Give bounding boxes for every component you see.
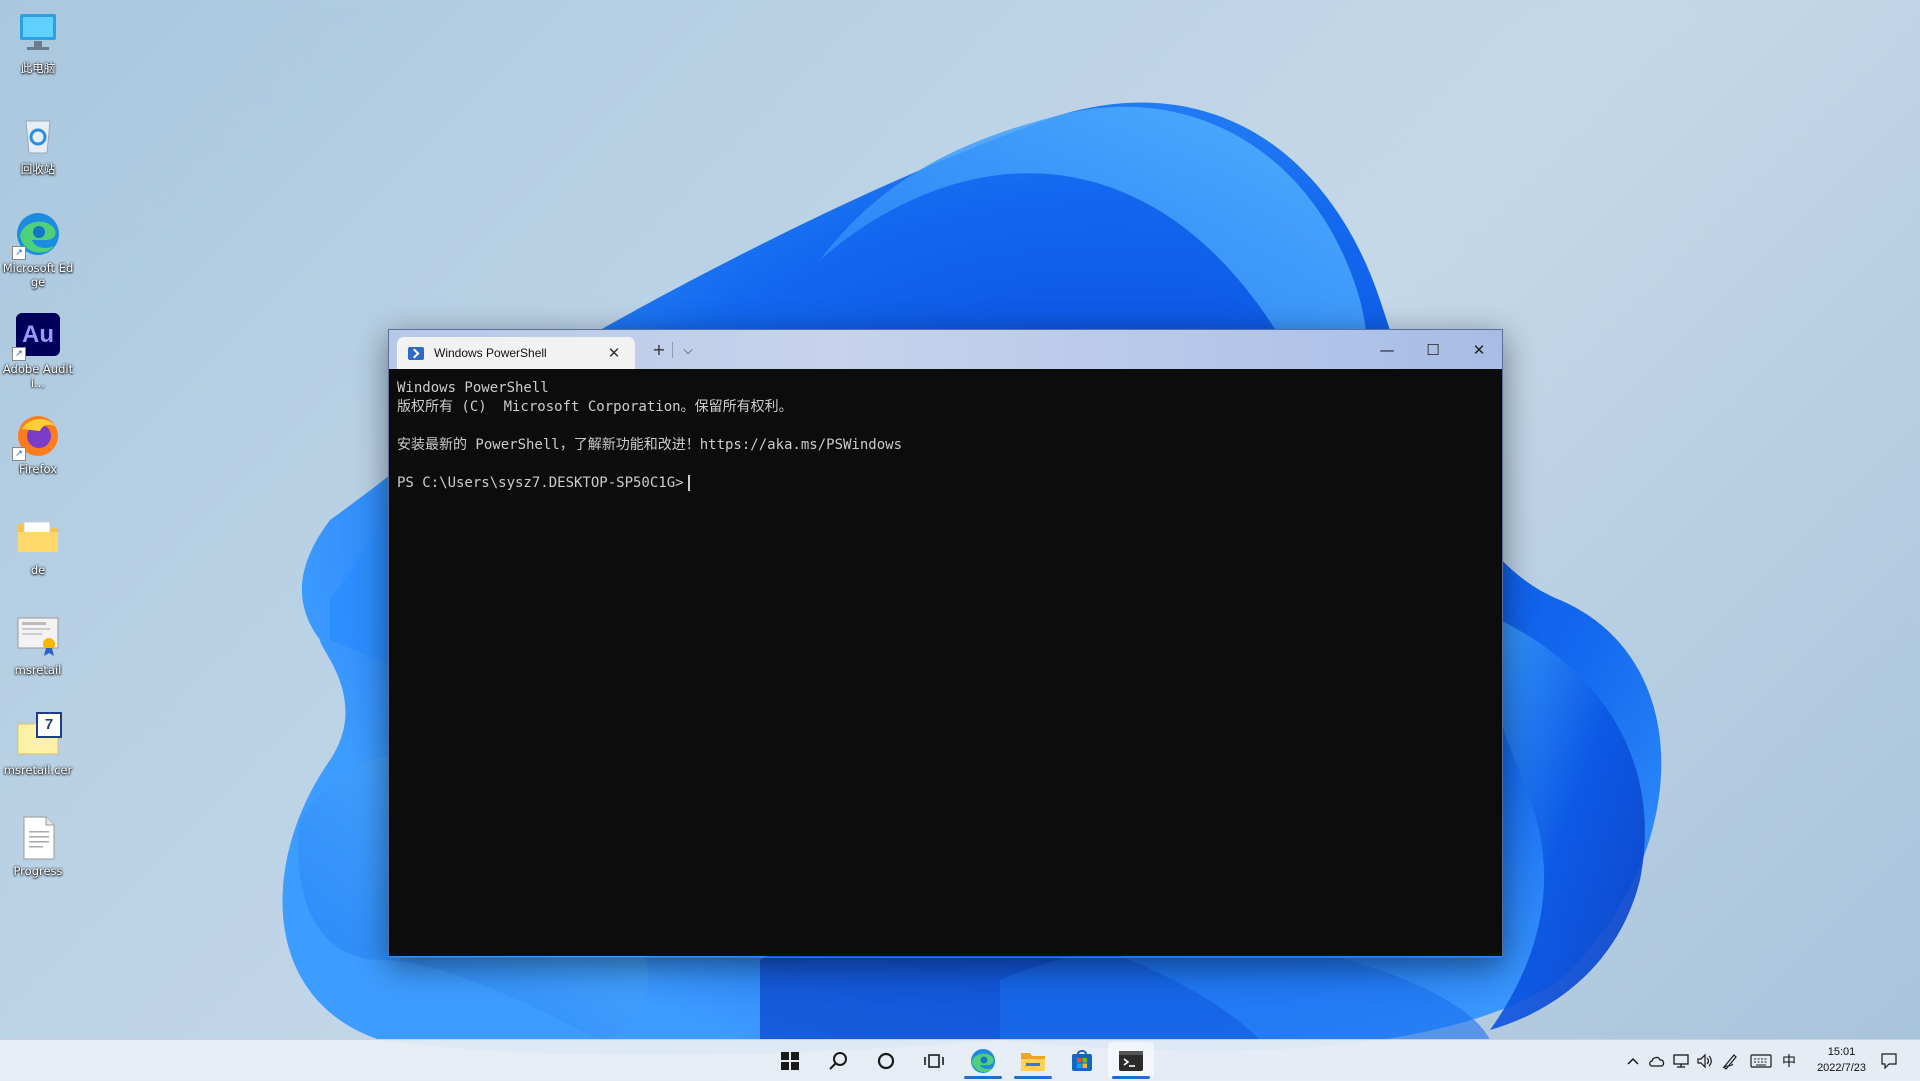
desktop-icon-this-pc[interactable]: 此电脑 [0, 10, 76, 75]
desktop-icon-msretail[interactable]: msretail [0, 612, 76, 677]
clock-date: 2022/7/23 [1817, 1062, 1866, 1074]
task-view-icon [924, 1053, 944, 1068]
console-output[interactable]: Windows PowerShell 版权所有 (C) Microsoft Co… [389, 369, 1502, 956]
touch-keyboard-button[interactable] [1748, 1040, 1774, 1081]
desktop-icon-label: Adobe Auditi... [2, 362, 74, 390]
edge-icon [971, 1048, 995, 1073]
close-tab-button[interactable]: ✕ [601, 344, 627, 362]
taskbar: 中 15:01 2022/7/23 [0, 1039, 1920, 1081]
folder-icon [1021, 1052, 1045, 1071]
onedrive-tray-button[interactable] [1645, 1040, 1669, 1081]
desktop-icon-adobe-audition[interactable]: Au ↗ Adobe Auditi... [0, 311, 76, 390]
clock[interactable]: 15:01 2022/7/23 [1817, 1044, 1866, 1076]
pen-icon [1722, 1053, 1737, 1070]
search-button[interactable] [815, 1042, 861, 1079]
terminal-titlebar[interactable]: Windows PowerShell ✕ + ⌵ — ☐ ✕ [389, 330, 1502, 369]
cer-badge-text: 7 [36, 712, 62, 738]
desktop-icon-label: Microsoft Edge [2, 261, 74, 289]
text-cursor [687, 475, 690, 491]
certificate-icon [14, 612, 62, 660]
show-hidden-icons-button[interactable] [1622, 1040, 1644, 1081]
tab-title: Windows PowerShell [434, 346, 547, 360]
desktop-icon-edge[interactable]: ↗ Microsoft Edge [0, 210, 76, 289]
chevron-up-icon [1627, 1057, 1639, 1065]
notification-icon [1881, 1052, 1897, 1069]
taskbar-app-edge[interactable] [960, 1042, 1006, 1079]
desktop-icon-label: msretail.cer [3, 763, 73, 777]
pen-tray-button[interactable] [1718, 1040, 1742, 1081]
desktop-icon-label: msretail [14, 663, 62, 677]
prompt-text: PS C:\Users\sysz7.DESKTOP-SP50C1G> [397, 475, 684, 491]
tab-windows-powershell[interactable]: Windows PowerShell ✕ [397, 337, 635, 369]
computer-icon [14, 10, 62, 58]
shortcut-arrow-icon: ↗ [12, 347, 26, 361]
ime-indicator[interactable]: 中 [1778, 1040, 1800, 1081]
desktop-icon-label: Firefox [18, 462, 58, 476]
text-file-icon [14, 813, 62, 861]
network-tray-button[interactable] [1669, 1040, 1693, 1081]
notification-center-button[interactable] [1874, 1040, 1904, 1081]
terminal-icon [1119, 1050, 1143, 1071]
cer-file-icon: 7 [14, 712, 62, 760]
desktop-icon-label: 此电脑 [20, 61, 56, 75]
start-button[interactable] [767, 1042, 813, 1079]
folder-icon [14, 512, 62, 560]
recycle-bin-icon [14, 111, 62, 159]
taskbar-app-terminal[interactable] [1108, 1042, 1154, 1079]
tab-dropdown-button[interactable]: ⌵ [676, 341, 700, 359]
desktop-icon-label: de [30, 563, 46, 577]
shortcut-arrow-icon: ↗ [12, 447, 26, 461]
search-icon [829, 1051, 847, 1070]
desktop-icon-folder-de[interactable]: de [0, 512, 76, 577]
close-window-button[interactable]: ✕ [1456, 330, 1502, 369]
edge-icon: ↗ [12, 210, 62, 260]
shortcut-arrow-icon: ↗ [12, 246, 26, 260]
desktop-icon-label: 回收站 [20, 162, 56, 176]
volume-tray-button[interactable] [1693, 1040, 1717, 1081]
onedrive-cloud-icon [1649, 1056, 1665, 1067]
audition-icon: Au ↗ [12, 311, 62, 361]
desktop-icon-progress[interactable]: Progress [0, 813, 76, 878]
desktop-icon-recycle-bin[interactable]: 回收站 [0, 111, 76, 176]
taskbar-app-store[interactable] [1059, 1042, 1105, 1079]
console-line: Windows PowerShell [397, 380, 549, 396]
cortana-circle-icon [877, 1052, 895, 1069]
powershell-icon [408, 346, 424, 360]
firefox-icon: ↗ [12, 411, 62, 461]
console-line: 安装最新的 PowerShell，了解新功能和改进！https://aka.ms… [397, 437, 903, 453]
keyboard-icon [1750, 1053, 1772, 1068]
console-line: 版权所有 (C) Microsoft Corporation。保留所有权利。 [397, 399, 793, 415]
minimize-button[interactable]: — [1364, 330, 1410, 369]
taskbar-app-file-explorer[interactable] [1010, 1042, 1056, 1079]
clock-time: 15:01 [1827, 1046, 1856, 1058]
desktop-icon-msretail-cer[interactable]: 7 msretail.cer [0, 712, 76, 777]
maximize-button[interactable]: ☐ [1410, 330, 1456, 369]
desktop-icon-firefox[interactable]: ↗ Firefox [0, 411, 76, 476]
network-icon [1673, 1053, 1689, 1068]
terminal-window[interactable]: Windows PowerShell ✕ + ⌵ — ☐ ✕ Windows P… [388, 329, 1503, 958]
store-icon [1072, 1049, 1092, 1071]
task-view-button[interactable] [911, 1042, 957, 1079]
volume-icon [1697, 1053, 1712, 1068]
desktop-icon-label: Progress [13, 864, 63, 878]
cortana-button[interactable] [863, 1042, 909, 1079]
windows-start-icon [781, 1051, 799, 1070]
prompt-line[interactable]: PS C:\Users\sysz7.DESKTOP-SP50C1G> [397, 474, 1502, 493]
tab-divider [672, 342, 673, 358]
new-tab-button[interactable]: + [647, 341, 671, 359]
